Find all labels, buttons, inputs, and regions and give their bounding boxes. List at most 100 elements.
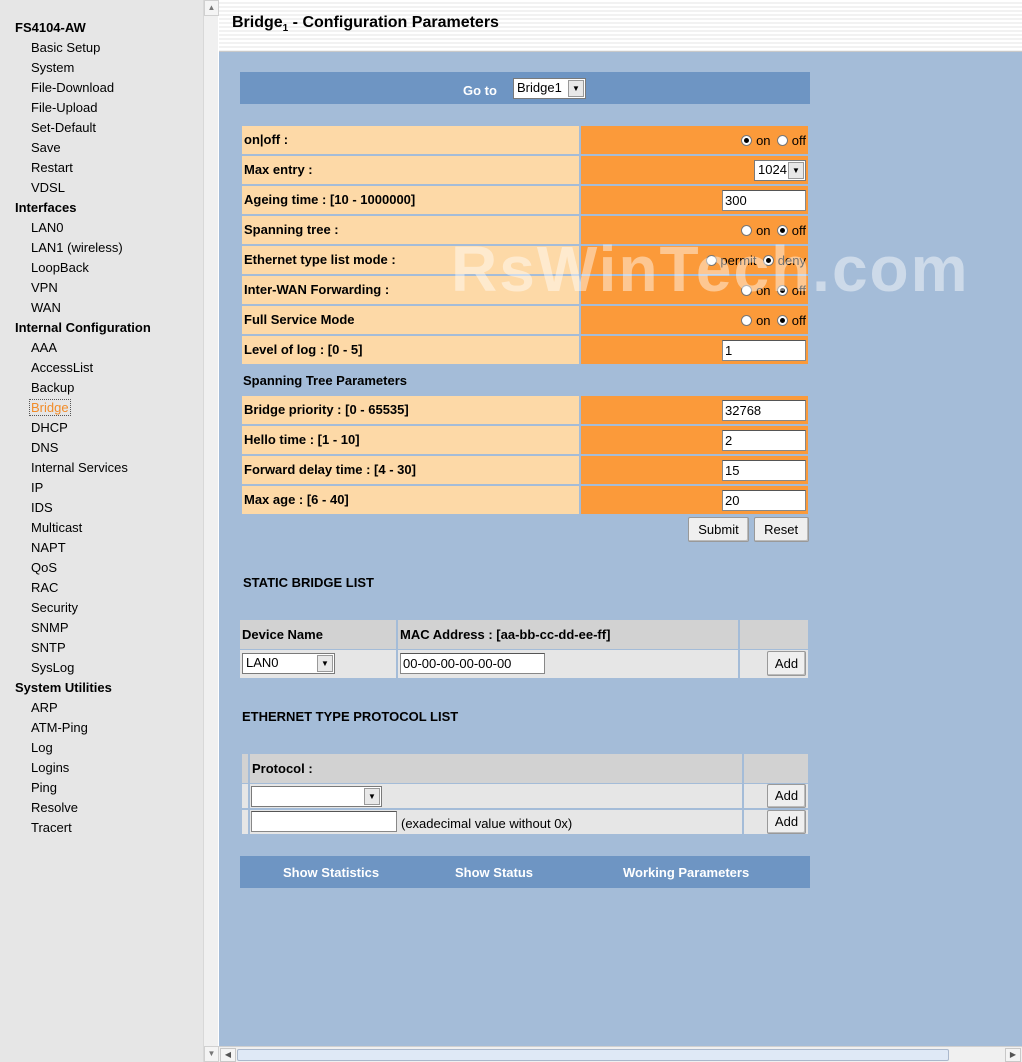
sidebar-item-multicast[interactable]: Multicast: [15, 520, 203, 540]
hello-input[interactable]: 2: [722, 430, 806, 451]
sidebar-item-vpn[interactable]: VPN: [15, 280, 203, 300]
sidebar-item-lan0[interactable]: LAN0: [15, 220, 203, 240]
hex-cell: (exadecimal value without 0x): [250, 810, 742, 834]
sidebar-item-atm-ping[interactable]: ATM-Ping: [15, 720, 203, 740]
nav-scrollbar[interactable]: ▲ ▼: [203, 0, 219, 1062]
sidebar-item-backup[interactable]: Backup: [15, 380, 203, 400]
sidebar-item-log[interactable]: Log: [15, 740, 203, 760]
sidebar-item-rac[interactable]: RAC: [15, 580, 203, 600]
add-hex-button[interactable]: Add: [767, 810, 806, 834]
sidebar-item-accesslist[interactable]: AccessList: [15, 360, 203, 380]
spanning-on-radio[interactable]: [741, 225, 753, 236]
onoff-on-radio[interactable]: [741, 135, 753, 146]
chevron-down-icon: ▼: [568, 80, 584, 97]
hello-label: Hello time : [1 - 10]: [242, 426, 579, 454]
sidebar-item-save[interactable]: Save: [15, 140, 203, 160]
sidebar-item-vdsl[interactable]: VDSL: [15, 180, 203, 200]
sidebar-item-snmp[interactable]: SNMP: [15, 620, 203, 640]
fwd-delay-input[interactable]: 15: [722, 460, 806, 481]
footer-bar: Show Statistics Show Status Working Para…: [240, 856, 810, 888]
col-mac-address: MAC Address : [aa-bb-cc-dd-ee-ff]: [398, 620, 738, 649]
sidebar-item-restart[interactable]: Restart: [15, 160, 203, 180]
hex-input[interactable]: [251, 811, 397, 832]
protocol-select-cell: ▼: [250, 784, 742, 808]
sidebar-item-file-download[interactable]: File-Download: [15, 80, 203, 100]
submit-button[interactable]: Submit: [688, 517, 749, 542]
sidebar-item-security[interactable]: Security: [15, 600, 203, 620]
sidebar-item-basic-setup[interactable]: Basic Setup: [15, 40, 203, 60]
chevron-down-icon: ▼: [317, 655, 333, 672]
fullservice-off-radio[interactable]: [777, 315, 789, 326]
scroll-left-icon[interactable]: ◀: [220, 1048, 236, 1062]
interwan-off-radio[interactable]: [777, 285, 789, 296]
row-fullservice: Full Service Mode on off: [240, 306, 810, 334]
row-interwan: Inter-WAN Forwarding : on off: [240, 276, 810, 304]
chevron-down-icon: ▼: [788, 162, 804, 179]
row-fwd-delay: Forward delay time : [4 - 30] 15: [240, 456, 810, 484]
show-statistics-link[interactable]: Show Statistics: [283, 865, 379, 880]
working-parameters-link[interactable]: Working Parameters: [623, 865, 749, 880]
ethertype-permit-radio[interactable]: [705, 255, 717, 266]
sidebar-item-tracert[interactable]: Tracert: [15, 820, 203, 840]
row-ageing: Ageing time : [10 - 1000000] 300: [240, 186, 810, 214]
sidebar-item-dhcp[interactable]: DHCP: [15, 420, 203, 440]
nav-section-title: Interfaces: [15, 200, 77, 215]
mac-cell: 00-00-00-00-00-00: [398, 650, 738, 678]
sidebar-item-logins[interactable]: Logins: [15, 760, 203, 780]
sidebar-item-wan[interactable]: WAN: [15, 300, 203, 320]
sidebar-item-arp[interactable]: ARP: [15, 700, 203, 720]
row-hello: Hello time : [1 - 10] 2: [240, 426, 810, 454]
sidebar-item-bridge[interactable]: Bridge: [15, 399, 203, 420]
sidebar-item-dns[interactable]: DNS: [15, 440, 203, 460]
sidebar-item-napt[interactable]: NAPT: [15, 540, 203, 560]
fwd-delay-label: Forward delay time : [4 - 30]: [242, 456, 579, 484]
add-protocol-button[interactable]: Add: [767, 784, 806, 808]
sidebar-item-sntp[interactable]: SNTP: [15, 640, 203, 660]
mac-input[interactable]: 00-00-00-00-00-00: [400, 653, 545, 674]
sidebar-item-system[interactable]: System: [15, 60, 203, 80]
scroll-up-icon[interactable]: ▲: [204, 0, 219, 16]
device-select[interactable]: LAN0 ▼: [242, 653, 335, 674]
protocol-select[interactable]: ▼: [251, 786, 382, 807]
fullservice-on-radio[interactable]: [741, 315, 753, 326]
sidebar-item-ids[interactable]: IDS: [15, 500, 203, 520]
priority-label: Bridge priority : [0 - 65535]: [242, 396, 579, 424]
reset-button[interactable]: Reset: [753, 517, 809, 542]
scroll-thumb[interactable]: [237, 1049, 949, 1061]
scroll-down-icon[interactable]: ▼: [204, 1046, 219, 1062]
spanning-off-radio[interactable]: [777, 225, 789, 236]
goto-select[interactable]: Bridge1 ▼: [513, 78, 586, 99]
sidebar-item-file-upload[interactable]: File-Upload: [15, 100, 203, 120]
ethertype-deny-radio[interactable]: [763, 255, 775, 266]
max-entry-select[interactable]: 1024 ▼: [754, 160, 806, 181]
max-age-input[interactable]: 20: [722, 490, 806, 511]
row-max-entry: Max entry : 1024 ▼: [240, 156, 810, 184]
loglevel-input[interactable]: 1: [722, 340, 806, 361]
sidebar-item-ip[interactable]: IP: [15, 480, 203, 500]
sidebar-item-lan1-wireless[interactable]: LAN1 (wireless): [15, 240, 203, 260]
sidebar-item-resolve[interactable]: Resolve: [15, 800, 203, 820]
sidebar-item-loopback[interactable]: LoopBack: [15, 260, 203, 280]
sidebar-item-aaa[interactable]: AAA: [15, 340, 203, 360]
scroll-right-icon[interactable]: ▶: [1005, 1048, 1021, 1062]
sidebar-item-set-default[interactable]: Set-Default: [15, 120, 203, 140]
sidebar-item-syslog[interactable]: SysLog: [15, 660, 203, 680]
show-status-link[interactable]: Show Status: [455, 865, 533, 880]
horizontal-scrollbar[interactable]: ◀ ▶: [219, 1046, 1022, 1062]
row-priority: Bridge priority : [0 - 65535] 32768: [240, 396, 810, 424]
onoff-off-radio[interactable]: [777, 135, 789, 146]
row-max-age: Max age : [6 - 40] 20: [240, 486, 810, 514]
priority-input[interactable]: 32768: [722, 400, 806, 421]
add-static-button[interactable]: Add: [767, 651, 806, 676]
nav-section-title: Internal Configuration: [15, 320, 151, 335]
form-actions: Submit Reset: [688, 517, 809, 542]
sidebar-item-ping[interactable]: Ping: [15, 780, 203, 800]
interwan-on-radio[interactable]: [741, 285, 753, 296]
ageing-input[interactable]: 300: [722, 190, 806, 211]
sidebar-item-qos[interactable]: QoS: [15, 560, 203, 580]
main-frame: Bridge1 - Configuration Parameters Go to…: [219, 0, 1022, 1062]
max-entry-label: Max entry :: [242, 156, 579, 184]
chevron-down-icon: ▼: [364, 788, 380, 805]
device-cell: LAN0 ▼: [240, 650, 396, 678]
sidebar-item-internal-services[interactable]: Internal Services: [15, 460, 203, 480]
